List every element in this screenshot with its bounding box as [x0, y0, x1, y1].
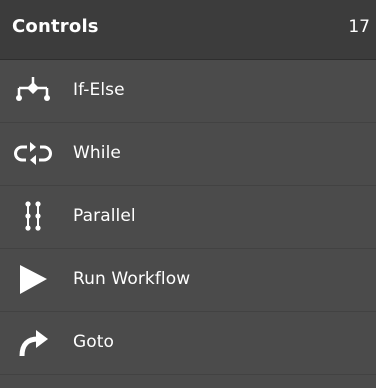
play-icon: [14, 263, 52, 297]
control-item-label: Run Workflow: [73, 269, 191, 289]
branch-icon: [14, 74, 52, 108]
panel-title: Controls: [12, 16, 99, 37]
control-item-run-workflow[interactable]: Run Workflow: [0, 249, 376, 312]
control-item-label: Goto: [73, 332, 115, 352]
redirect-arrow-icon: [14, 326, 52, 360]
control-item-label: Parallel: [73, 206, 136, 226]
item-count: 17: [348, 17, 370, 37]
controls-list: If-Else While Parallel Run Workflow Goto: [0, 60, 376, 375]
control-item-label: While: [73, 143, 121, 163]
control-item-label: If-Else: [73, 80, 125, 100]
control-item-while[interactable]: While: [0, 123, 376, 186]
controls-panel: Controls 17 If-Else While Parallel Run W…: [0, 0, 376, 388]
parallel-icon: [14, 200, 52, 234]
control-item-goto[interactable]: Goto: [0, 312, 376, 375]
panel-header: Controls 17: [0, 0, 376, 60]
loop-icon: [14, 137, 52, 171]
control-item-if-else[interactable]: If-Else: [0, 60, 376, 123]
control-item-parallel[interactable]: Parallel: [0, 186, 376, 249]
